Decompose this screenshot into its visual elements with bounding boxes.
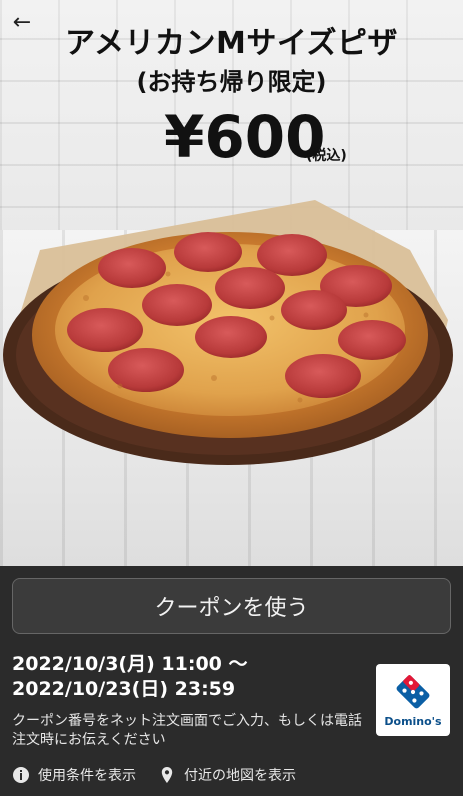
dominos-domino-icon [396,674,430,708]
validity-end: 2022/10/23(日) 23:59 [12,678,236,700]
use-coupon-button[interactable]: クーポンを使う [12,578,451,634]
dominos-logo: Domino's [376,664,450,736]
tax-note: (税込) [306,148,347,164]
hero-image: ← アメリカンMサイズピザ (お持ち帰り限定) ¥600 (税込) [0,0,463,566]
validity-period: 2022/10/3(月) 11:00 〜 2022/10/23(日) 23:59 [12,652,248,702]
location-pin-icon [158,766,176,784]
map-link-label: 付近の地図を表示 [184,768,296,784]
dominos-logo-text: Domino's [384,714,442,728]
pizza-image [3,200,453,465]
coupon-subtitle: (お持ち帰り限定) [136,68,327,96]
terms-link[interactable]: 使用条件を表示 [12,765,136,785]
coupon-panel: クーポンを使う 2022/10/3(月) 11:00 〜 2022/10/23(… [0,566,463,796]
validity-start: 2022/10/3(月) 11:00 〜 [12,653,248,675]
use-coupon-label: クーポンを使う [154,596,309,621]
coupon-title: アメリカンMサイズピザ [65,26,398,61]
footer-links: 使用条件を表示 付近の地図を表示 [12,764,452,786]
coupon-price: ¥600 [164,103,326,171]
info-icon [12,766,30,784]
map-link[interactable]: 付近の地図を表示 [158,765,296,785]
terms-link-label: 使用条件を表示 [38,768,136,784]
coupon-instructions: クーポン番号をネット注文画面でご入力、もしくは電話注文時にお伝えください [12,713,362,748]
